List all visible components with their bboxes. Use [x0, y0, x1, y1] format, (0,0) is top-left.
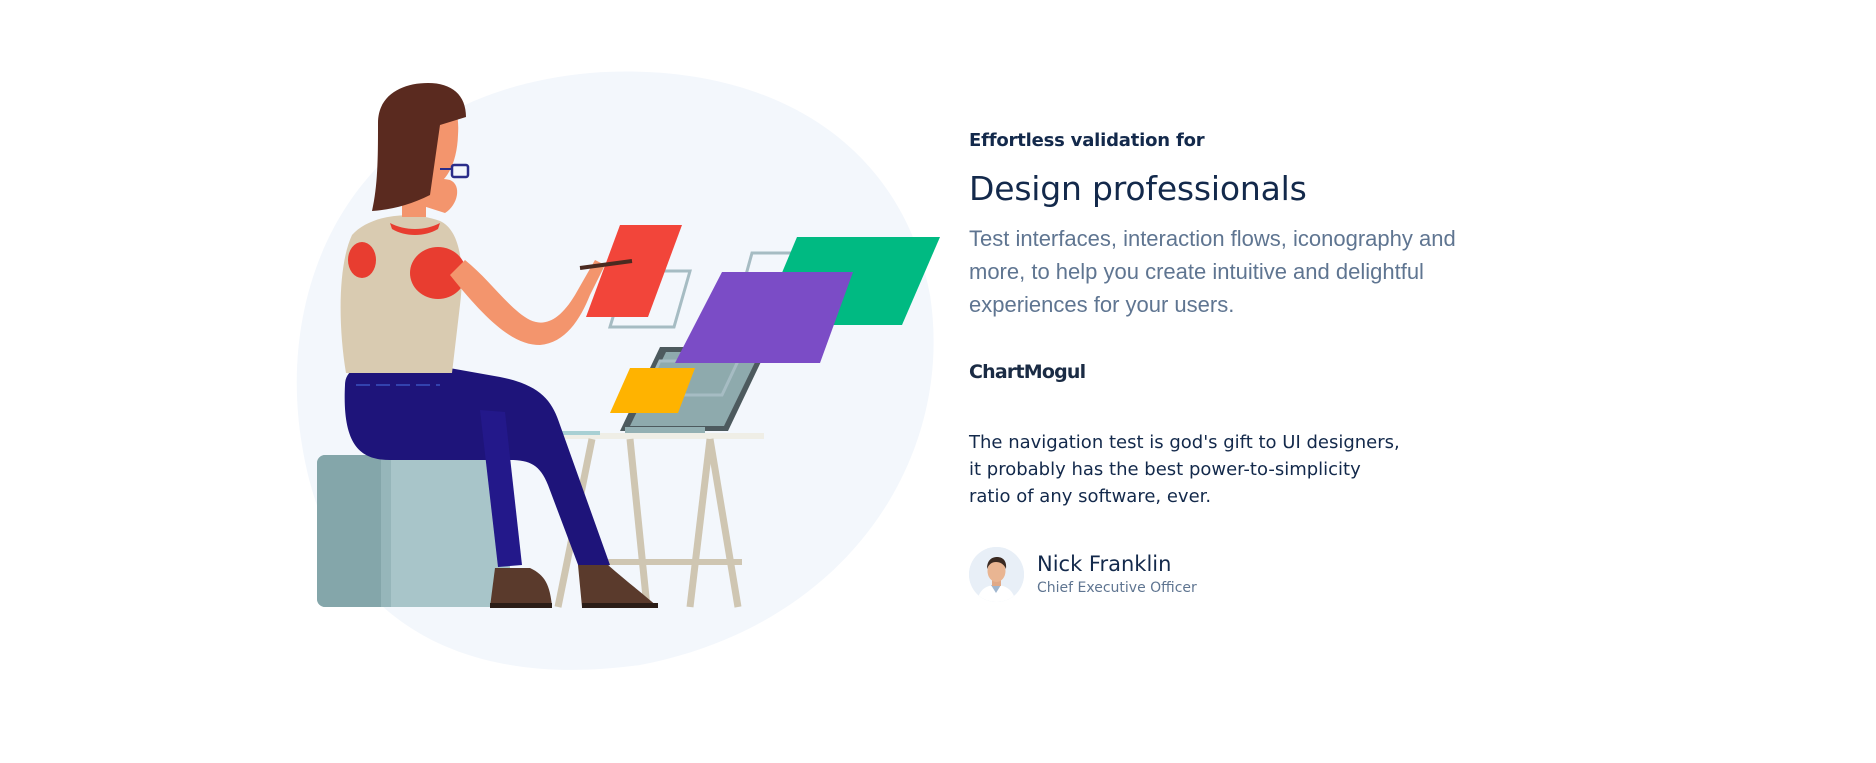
testimonial-section: Effortless validation for Design profess…: [0, 0, 1876, 763]
testimonial-content: Effortless validation for Design profess…: [969, 128, 1489, 602]
author-role: Chief Executive Officer: [1037, 579, 1197, 596]
section-description: Test interfaces, interaction flows, icon…: [969, 226, 1456, 317]
testimonial-quote: The navigation test is god's gift to UI …: [969, 429, 1439, 510]
section-title: Design professionals: [969, 169, 1307, 208]
quote-line: it probably has the best power-to-simpli…: [969, 459, 1361, 480]
eyebrow-text: Effortless validation for: [969, 130, 1205, 151]
author-name: Nick Franklin: [1037, 551, 1172, 576]
avatar: [969, 547, 1024, 602]
company-logo: ChartMogul: [969, 361, 1086, 383]
avatar-photo: [969, 547, 1024, 602]
quote-line: The navigation test is god's gift to UI …: [969, 432, 1400, 453]
designer-illustration: [290, 65, 950, 675]
testimonial-author: Nick Franklin Chief Executive Officer: [969, 547, 1197, 602]
quote-line: ratio of any software, ever.: [969, 486, 1212, 507]
